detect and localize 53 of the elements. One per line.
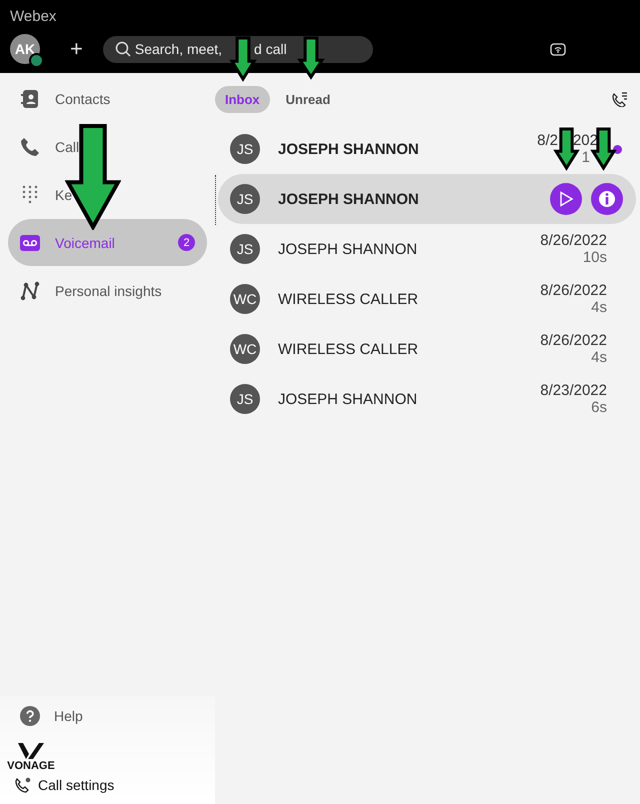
count-badge: 2 <box>178 234 195 251</box>
caller-name: JOSEPH SHANNON <box>278 140 419 158</box>
contacts-icon <box>20 88 40 108</box>
call-settings-button[interactable]: Call settings <box>0 772 215 800</box>
phone-icon <box>20 136 40 156</box>
nav-item[interactable]: Contacts <box>8 75 207 122</box>
caller-name: JOSEPH SHANNON <box>278 240 418 258</box>
nav-item[interactable]: Call <box>8 123 207 170</box>
help-icon <box>20 706 40 726</box>
voicemail-row-highlight[interactable]: JS JOSEPH SHANNON <box>218 174 636 224</box>
window-title: Webex <box>10 8 58 25</box>
duration-text: 6s <box>591 399 607 416</box>
brand-logo-text: VONAGE <box>7 760 55 772</box>
tab[interactable]: Inbox <box>215 86 270 112</box>
tab[interactable]: Unread <box>276 86 340 112</box>
avatar: JS <box>230 134 260 164</box>
nav-item[interactable]: Ke <box>8 171 207 218</box>
info-icon <box>598 190 616 208</box>
date-text: 8/2 <box>537 132 558 149</box>
new-button[interactable]: + <box>70 36 83 62</box>
date-text: 8/26/2022 <box>540 332 607 349</box>
phone-gear-icon <box>14 776 32 794</box>
date-text: 8/26/2022 <box>540 232 607 249</box>
duration-text: 4s <box>591 299 607 316</box>
keypad-icon <box>21 184 39 206</box>
play-icon <box>558 191 574 207</box>
caller-name: WIRELESS CALLER <box>278 340 418 358</box>
nav-item[interactable]: Personal insights <box>8 267 207 314</box>
call-list-icon[interactable] <box>612 91 628 107</box>
caller-name: JOSEPH SHANNON <box>278 190 419 208</box>
insights-icon <box>20 280 40 300</box>
avatar: JS <box>230 234 260 264</box>
avatar: JS <box>230 384 260 414</box>
duration-text: 1 <box>582 149 590 166</box>
nav-item[interactable]: Voicemail 2 <box>8 219 207 266</box>
avatar: WC <box>230 284 260 314</box>
date-text: 8/23/2022 <box>540 382 607 399</box>
search-icon <box>114 41 131 57</box>
date-text: 8/26/2022 <box>540 282 607 299</box>
voicemail-icon <box>20 234 40 250</box>
logo-mark-icon <box>16 742 46 760</box>
caller-name: JOSEPH SHANNON <box>278 390 418 408</box>
presence-dot <box>29 53 44 68</box>
info-button[interactable] <box>591 183 623 215</box>
avatar: JS <box>230 184 260 214</box>
play-button[interactable] <box>550 183 582 215</box>
avatar: WC <box>230 334 260 364</box>
date-text: 202 <box>572 132 598 149</box>
screen-share-icon[interactable] <box>550 42 566 56</box>
duration-text: 4s <box>591 349 607 366</box>
duration-text: 10s <box>582 249 607 266</box>
help-link[interactable]: Help <box>54 708 83 724</box>
caller-name: WIRELESS CALLER <box>278 290 418 308</box>
